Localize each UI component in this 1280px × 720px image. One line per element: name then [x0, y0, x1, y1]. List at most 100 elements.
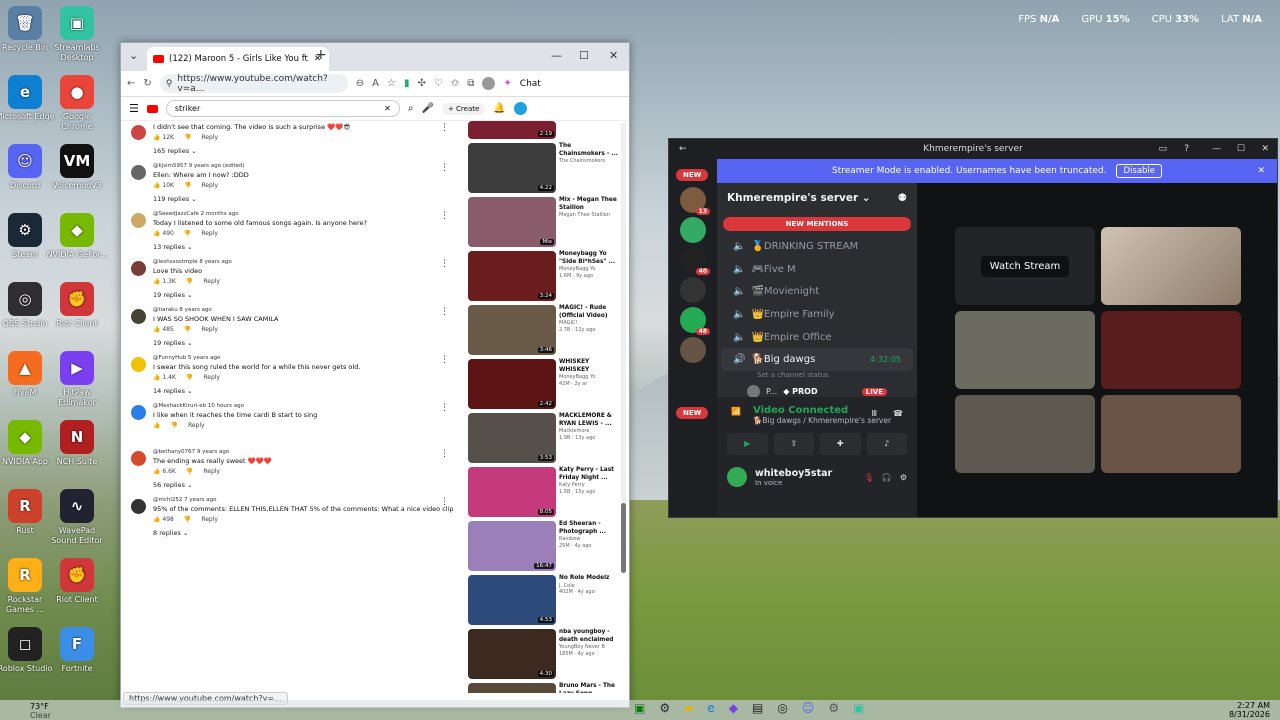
minimize-icon[interactable]: — — [551, 49, 562, 62]
comment-author[interactable]: @MeshackKiruri-eb 10 hours ago — [153, 403, 461, 409]
desktop-icon[interactable]: ▶ HitPaw Edimakor — [46, 351, 108, 408]
tab-youtube[interactable]: (122) Maroon 5 - Girls Like You ft. ✕ — [147, 47, 329, 71]
close-window-icon[interactable]: ✕ — [1261, 144, 1269, 154]
commenter-avatar[interactable] — [131, 451, 146, 466]
settings-icon[interactable]: ⚙ — [900, 473, 907, 482]
video-thumbnail[interactable]: 3:24 — [468, 251, 556, 301]
commenter-avatar[interactable] — [131, 213, 146, 228]
like-button[interactable]: 👍 485 — [153, 326, 174, 333]
signal-icon[interactable]: 📶 — [731, 407, 741, 416]
more-actions-icon[interactable]: ⋮ — [440, 259, 449, 269]
minimize-icon[interactable]: — — [1212, 144, 1221, 154]
view-replies-button[interactable]: 165 replies ⌄ — [153, 147, 461, 155]
voice-channel[interactable]: 🔈 👑Empire Office — [717, 326, 917, 349]
account-avatar[interactable] — [513, 102, 527, 115]
extensions-icon[interactable]: ✣ — [418, 78, 426, 89]
app-icon[interactable]: ◆ — [729, 701, 738, 715]
more-actions-icon[interactable]: ⋮ — [440, 449, 449, 459]
dislike-icon[interactable]: 👎 — [184, 230, 191, 237]
server-icon[interactable] — [680, 337, 706, 363]
new-tab-icon[interactable]: + — [315, 47, 327, 63]
more-actions-icon[interactable]: ⋮ — [440, 211, 449, 221]
video-thumbnail[interactable]: 16:47 — [468, 521, 556, 571]
related-video[interactable]: 3:24 Moneybagg Yo "Side Bi*hSes" ... Money… — [468, 251, 618, 301]
server-icon[interactable] — [680, 277, 706, 303]
maximize-icon[interactable]: ☐ — [1237, 144, 1245, 154]
dislike-icon[interactable]: 👎 — [186, 468, 193, 475]
desktop-icon[interactable]: ▣ Streamlabs Desktop — [46, 6, 108, 63]
weather-widget[interactable]: 73°F Clear — [30, 702, 51, 720]
comment-author[interactable]: @mchl252 7 years ago — [153, 497, 461, 503]
view-replies-button[interactable]: 8 replies ⌄ — [153, 529, 461, 537]
discord-icon[interactable]: ☺ — [802, 701, 815, 715]
video-thumbnail[interactable]: 2:19 — [468, 121, 556, 139]
video-thumbnail[interactable]: 2:42 — [468, 359, 556, 409]
commenter-avatar[interactable] — [131, 165, 146, 180]
avatar-tile[interactable] — [1101, 311, 1241, 389]
voice-channel[interactable]: 🔈 👑Empire Family — [717, 303, 917, 326]
desktop-icon[interactable]: F Fortnite — [46, 627, 108, 674]
mic-icon[interactable]: 🎤 — [421, 103, 433, 114]
screenshare-button[interactable]: ⇪ — [773, 433, 814, 455]
site-info-icon[interactable]: ⚲ — [166, 79, 173, 89]
video-title[interactable]: Moneybagg Yo "Side Bi*hSes" ... — [559, 251, 618, 266]
reply-button[interactable]: Reply — [203, 468, 220, 475]
more-actions-icon[interactable]: ⋮ — [440, 123, 449, 133]
server-name-header[interactable]: Khmerempire's server ⌄ ⚉ — [717, 183, 917, 213]
page-scrollbar[interactable] — [621, 123, 626, 573]
dislike-icon[interactable]: 👎 — [184, 182, 191, 189]
streamlabs-icon[interactable]: ▣ — [853, 701, 864, 715]
more-actions-icon[interactable]: ⋮ — [440, 307, 449, 317]
video-thumbnail[interactable]: Mix — [468, 197, 556, 247]
dislike-icon[interactable]: 👎 — [186, 374, 193, 381]
comment-author[interactable]: @leshssostmple 8 years ago — [153, 259, 461, 265]
related-video[interactable]: 3:53 MACKLEMORE & RYAN LEWIS - ... Macklem… — [468, 413, 618, 463]
more-actions-icon[interactable]: ⋮ — [440, 497, 449, 507]
reply-button[interactable]: Reply — [201, 134, 218, 141]
camera-tile[interactable] — [1101, 227, 1241, 305]
refresh-icon[interactable]: ↻ — [143, 78, 151, 89]
performance-icon[interactable]: ♡ — [434, 78, 443, 89]
xbox-icon[interactable]: ▣ — [634, 701, 645, 715]
commenter-avatar[interactable] — [131, 499, 146, 514]
related-video[interactable]: 16:47 Ed Sheeran - Photograph ... Rainbow 2… — [468, 521, 618, 571]
chat-button[interactable]: Chat — [520, 79, 541, 89]
noise-icon[interactable]: Ⅲ — [871, 409, 877, 418]
channel-status[interactable]: Set a channel status — [717, 371, 917, 379]
voice-channel[interactable]: 🔈 🏅DRINKING STREAM — [717, 235, 917, 258]
watch-stream-button[interactable]: Watch Stream — [980, 255, 1070, 277]
steam-icon[interactable]: ⚙ — [659, 701, 670, 715]
desktop-icon[interactable]: VM VoicemodV3 — [46, 144, 108, 191]
related-video[interactable]: 3:46 MAGIC! - Rude (Official Video) MAGIC!… — [468, 305, 618, 355]
reply-button[interactable]: Reply — [203, 374, 220, 381]
dislike-icon[interactable]: 👎 — [186, 278, 193, 285]
view-replies-button[interactable]: 19 replies ⌄ — [153, 339, 461, 347]
mute-icon[interactable]: 🎙 — [864, 473, 874, 482]
video-title[interactable]: MACKLEMORE & RYAN LEWIS - ... — [559, 413, 618, 428]
comment-author[interactable]: @bethany0767 9 years ago — [153, 449, 461, 455]
commenter-avatar[interactable] — [131, 357, 146, 372]
comment-author[interactable]: @kjsim5957 9 years ago (edited) — [153, 163, 461, 169]
new-pill-top[interactable]: NEW — [676, 169, 709, 181]
related-video[interactable]: Bruno Mars - The Lazy Song (Offici...Bru… — [468, 683, 618, 693]
back-icon[interactable]: ← — [127, 78, 135, 89]
commenter-avatar[interactable] — [131, 405, 146, 420]
tab-list-icon[interactable]: ⌄ — [129, 49, 138, 62]
video-title[interactable]: WHISKEY WHISKEY — [559, 359, 618, 374]
video-thumbnail[interactable]: 4:30 — [468, 629, 556, 679]
desktop-icon[interactable]: ✊ Riot Client — [46, 282, 108, 329]
related-video[interactable]: 4:22 The Chainsmokers - ... The Chainsmoke… — [468, 143, 618, 193]
desktop-icon[interactable]: ✊ Riot Client — [46, 558, 108, 605]
reply-button[interactable]: Reply — [201, 326, 218, 333]
commenter-avatar[interactable] — [131, 261, 146, 276]
camera-button[interactable]: ▶ — [727, 433, 768, 455]
desktop-icon[interactable]: ◆ NVIDIA GeFor... — [46, 213, 108, 260]
back-icon[interactable]: ← — [679, 144, 687, 154]
reply-button[interactable]: Reply — [188, 422, 205, 429]
related-video[interactable]: 2:19 — [468, 121, 618, 139]
voice-channel[interactable]: 🔈 🎮Five M — [717, 258, 917, 281]
profile-avatar[interactable] — [482, 77, 496, 90]
related-video[interactable]: 2:42 WHISKEY WHISKEY MoneyBagg Yo 42M · 2y … — [468, 359, 618, 409]
menu-icon[interactable]: ☰ — [129, 102, 139, 115]
server-icon[interactable]: 40 — [680, 247, 710, 275]
